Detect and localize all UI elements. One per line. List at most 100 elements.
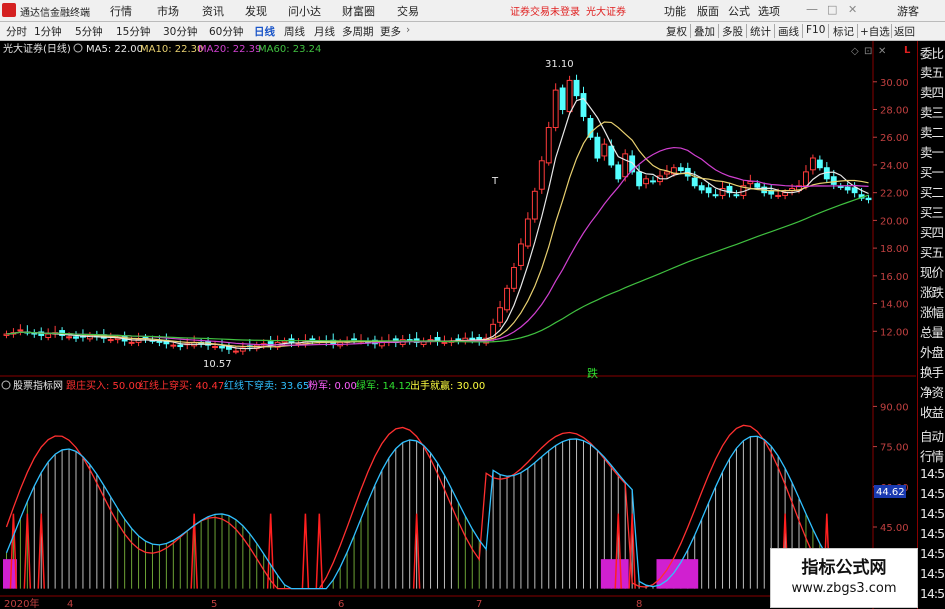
menu-shichang[interactable]: 市场 (157, 3, 179, 19)
candle-body (865, 197, 872, 201)
candle-body (455, 338, 462, 341)
watermark-url: www.zbgs3.com (791, 581, 897, 596)
chart-layout-icon[interactable]: ◇ (851, 46, 859, 57)
menu-jiaoyi[interactable]: 交易 (397, 3, 419, 19)
broker-name: 光大证券 (586, 7, 626, 18)
ma5-legend: MA5: 22.00 (86, 44, 143, 55)
candle-body (170, 344, 177, 347)
minimize-icon[interactable]: — (806, 2, 818, 16)
period-5min[interactable]: 5分钟 (75, 24, 103, 39)
side-panel-item[interactable]: 卖一 (920, 142, 945, 161)
side-panel-item[interactable]: 委比 (920, 43, 945, 62)
side-panel-item[interactable]: 14:5 (920, 466, 945, 481)
price-tick-label: 12.00 (880, 327, 909, 338)
side-panel-item[interactable]: 换手 (920, 362, 945, 381)
side-panel-item[interactable]: 买四 (920, 222, 945, 241)
menu-wenxiaoda[interactable]: 问小达 (288, 3, 321, 19)
menu-banmian[interactable]: 版面 (697, 3, 719, 19)
period-15min[interactable]: 15分钟 (116, 24, 150, 39)
btn-tongji[interactable]: 统计 (750, 24, 771, 39)
period-1min[interactable]: 1分钟 (34, 24, 62, 39)
period-60min[interactable]: 60分钟 (209, 24, 243, 39)
side-panel-item[interactable]: 卖五 (920, 62, 945, 81)
candle-body (803, 171, 809, 187)
candle-body (497, 307, 504, 323)
side-panel-item[interactable]: 现价 (920, 262, 945, 281)
candle-body (219, 346, 225, 349)
btn-add-watchlist[interactable]: +自选 (860, 24, 890, 39)
menu-xuanxiang[interactable]: 选项 (758, 3, 780, 19)
restore-icon[interactable]: □ (827, 3, 837, 16)
candle-body (837, 185, 844, 188)
side-panel-item[interactable]: 收益 (920, 402, 945, 421)
more-chevron-icon[interactable]: › (406, 24, 410, 36)
btn-huaxian[interactable]: 画线 (778, 24, 799, 39)
side-panel-item[interactable]: 卖三 (920, 102, 945, 121)
side-panel-item[interactable]: 总量 (920, 322, 945, 341)
menu-gongshi[interactable]: 公式 (728, 3, 750, 19)
side-panel-item[interactable]: 买二 (920, 182, 945, 201)
period-fenshi[interactable]: 分时 (6, 24, 27, 39)
btn-fuquan[interactable]: 复权 (666, 24, 687, 39)
side-panel-item[interactable]: 14:5 (920, 526, 945, 541)
period-multi[interactable]: 多周期 (342, 24, 374, 39)
indicator-tick-label: 90.00 (880, 402, 909, 413)
candle-body (351, 338, 358, 341)
side-panel-item[interactable]: 卖二 (920, 122, 945, 141)
btn-back[interactable]: 返回 (894, 24, 915, 39)
side-panel-item[interactable]: 14:5 (920, 506, 945, 521)
chart-close-icon[interactable]: ✕ (878, 46, 886, 57)
side-panel-item[interactable]: 卖四 (920, 82, 945, 101)
candle-body (73, 336, 79, 339)
side-panel-item[interactable]: 自动 (920, 426, 945, 445)
follow-buy-spike (301, 513, 310, 589)
btn-f10[interactable]: F10 (806, 24, 825, 36)
indicator-settings-icon[interactable] (1, 380, 11, 390)
indicator-header: 股票指标网 跟庄买入: 50.00 红线上穿买: 40.47 红线下穿卖: 33… (1, 379, 485, 392)
period-daily[interactable]: 日线 (254, 24, 275, 39)
candle-body (232, 350, 239, 353)
candle-body (511, 267, 517, 289)
side-panel-item[interactable]: 买一 (920, 162, 945, 181)
candle-body (643, 178, 649, 185)
period-30min[interactable]: 30分钟 (163, 24, 197, 39)
candle-body (559, 87, 566, 111)
menu-gongneng[interactable]: 功能 (664, 3, 686, 19)
main-chart-title: 光大证券(日线) (3, 42, 71, 55)
menu-faxian[interactable]: 发现 (245, 3, 267, 19)
btn-duogu[interactable]: 多股 (722, 24, 743, 39)
chart-expand-icon[interactable]: ⊡ (864, 46, 872, 57)
period-more[interactable]: 更多 (380, 24, 401, 39)
trade-login-notice[interactable]: 证券交易未登录 (510, 3, 580, 18)
menu-caifuquan[interactable]: 财富圈 (342, 3, 375, 19)
candle-body (733, 194, 740, 197)
close-icon[interactable]: ✕ (848, 3, 857, 16)
side-panel-item[interactable]: 14:5 (920, 486, 945, 501)
high-price-label: 31.10 (545, 59, 574, 70)
candle-body (636, 171, 643, 187)
btn-biaoji[interactable]: 标记 (833, 24, 854, 39)
settings-circle-icon[interactable] (73, 43, 83, 53)
side-panel-item[interactable]: 买五 (920, 242, 945, 261)
kline-chart[interactable]: 光大证券(日线) MA5: 22.00 MA10: 22.30 MA20: 22… (0, 41, 916, 609)
side-panel-item[interactable]: 涨跌 (920, 282, 945, 301)
side-panel-item[interactable]: 涨幅 (920, 302, 945, 321)
period-monthly[interactable]: 月线 (314, 24, 335, 39)
user-guest[interactable]: 游客 (897, 3, 919, 19)
candle-body (615, 164, 622, 180)
side-panel-item[interactable]: 14:5 (920, 586, 945, 601)
side-panel-item[interactable]: 14:5 (920, 566, 945, 581)
candle-body (775, 194, 782, 197)
side-panel-item[interactable]: 净资 (920, 382, 945, 401)
btn-diejia[interactable]: 叠加 (694, 24, 715, 39)
side-panel-item[interactable]: 14:5 (920, 546, 945, 561)
menu-zixun[interactable]: 资讯 (202, 3, 224, 19)
candle-body (594, 136, 601, 159)
side-panel-item[interactable]: 买三 (920, 202, 945, 221)
candle-body (504, 287, 510, 311)
period-weekly[interactable]: 周线 (284, 24, 305, 39)
menu-hangqing[interactable]: 行情 (110, 3, 132, 19)
side-panel-item[interactable]: 外盘 (920, 342, 945, 361)
quote-side-panel: 委比 卖五 卖四 卖三 卖二 卖一 买一 买二 买三 买四 买五 现价 涨跌 涨幅 总量 外盘 换手 净资 收益自动… (917, 41, 945, 609)
side-panel-item[interactable]: 行情 (920, 446, 945, 465)
